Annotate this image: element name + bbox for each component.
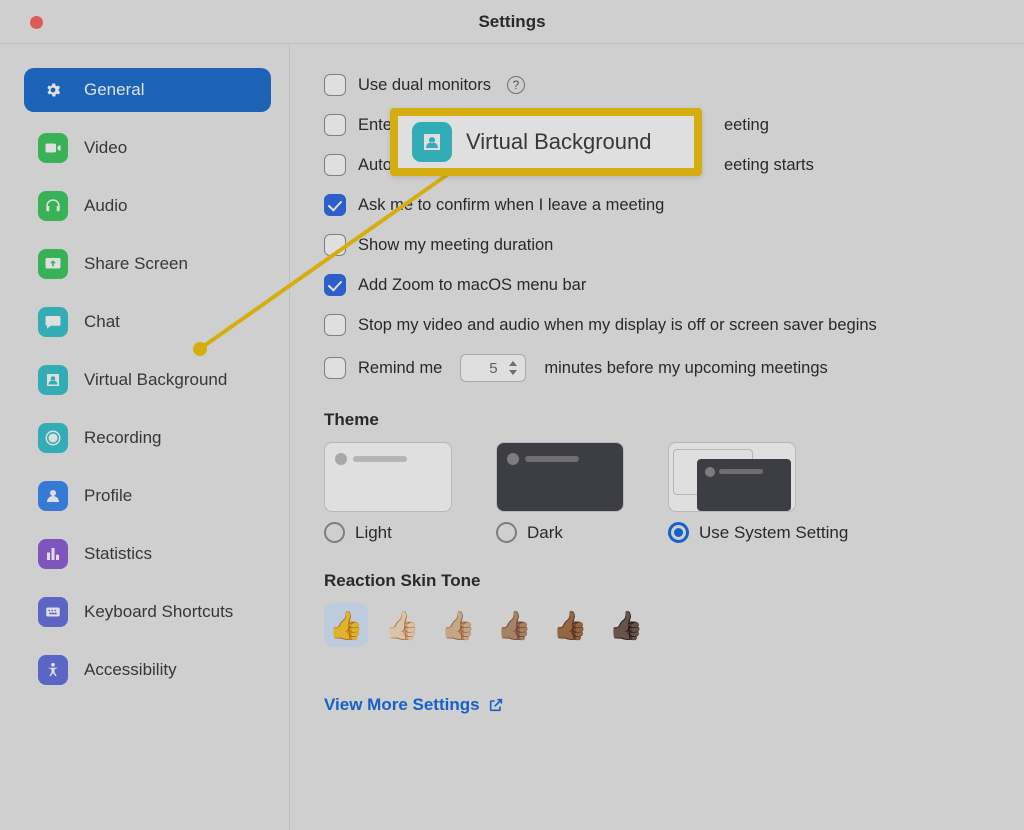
option-show-duration[interactable]: Show my meeting duration xyxy=(324,234,990,256)
option-label-post: minutes before my upcoming meetings xyxy=(544,359,827,378)
sidebar-item-label: Recording xyxy=(84,428,162,448)
option-label: Add Zoom to macOS menu bar xyxy=(358,276,586,295)
theme-options: Light Dark xyxy=(324,442,990,543)
accessibility-icon xyxy=(38,655,68,685)
option-dual-monitors[interactable]: Use dual monitors ? xyxy=(324,74,990,96)
link-label: View More Settings xyxy=(324,695,480,715)
radio-selected[interactable] xyxy=(668,522,689,543)
checkbox-checked[interactable] xyxy=(324,274,346,296)
theme-thumb-system xyxy=(668,442,796,512)
sidebar-item-statistics[interactable]: Statistics xyxy=(24,532,271,576)
option-stop-video[interactable]: Stop my video and audio when my display … xyxy=(324,314,990,336)
radio-unselected[interactable] xyxy=(324,522,345,543)
headphones-icon xyxy=(38,191,68,221)
theme-label: Use System Setting xyxy=(699,523,848,543)
chat-icon xyxy=(38,307,68,337)
theme-option-dark[interactable]: Dark xyxy=(496,442,624,543)
sidebar-item-label: Accessibility xyxy=(84,660,177,680)
skin-tone-option[interactable]: 👍🏽 xyxy=(492,603,536,647)
sidebar-item-label: Video xyxy=(84,138,127,158)
settings-window: Settings General Video Audio xyxy=(0,0,1024,830)
checkbox-unchecked[interactable] xyxy=(324,114,346,136)
theme-option-system[interactable]: Use System Setting xyxy=(668,442,848,543)
option-label-tail: eeting starts xyxy=(724,156,814,175)
titlebar: Settings xyxy=(0,0,1024,44)
theme-label: Light xyxy=(355,523,392,543)
statistics-icon xyxy=(38,539,68,569)
skin-tone-option[interactable]: 👍🏻 xyxy=(380,603,424,647)
checkbox-unchecked[interactable] xyxy=(324,74,346,96)
help-icon[interactable]: ? xyxy=(507,76,525,94)
skin-tone-heading: Reaction Skin Tone xyxy=(324,571,990,591)
option-label: Auto xyxy=(358,156,392,175)
theme-option-light[interactable]: Light xyxy=(324,442,452,543)
checkbox-unchecked[interactable] xyxy=(324,234,346,256)
skin-tone-options: 👍 👍🏻 👍🏼 👍🏽 👍🏾 👍🏿 xyxy=(324,603,990,647)
option-label: Ask me to confirm when I leave a meeting xyxy=(358,196,664,215)
option-label-tail: eeting xyxy=(724,116,769,135)
option-label: Stop my video and audio when my display … xyxy=(358,316,877,335)
sidebar-item-label: Virtual Background xyxy=(84,370,227,390)
theme-label: Dark xyxy=(527,523,563,543)
sidebar-item-label: Share Screen xyxy=(84,254,188,274)
sidebar-item-profile[interactable]: Profile xyxy=(24,474,271,518)
sidebar-item-label: Statistics xyxy=(84,544,152,564)
option-label: Remind me xyxy=(358,359,442,378)
external-link-icon xyxy=(488,697,504,713)
option-remind-me[interactable]: Remind me 5 minutes before my upcoming m… xyxy=(324,354,990,382)
view-more-settings-link[interactable]: View More Settings xyxy=(324,695,504,715)
keyboard-icon xyxy=(38,597,68,627)
virtual-background-icon xyxy=(38,365,68,395)
option-confirm-leave[interactable]: Ask me to confirm when I leave a meeting xyxy=(324,194,990,216)
skin-tone-option[interactable]: 👍🏿 xyxy=(604,603,648,647)
theme-thumb-light xyxy=(324,442,452,512)
sidebar-item-label: Audio xyxy=(84,196,127,216)
option-label: Use dual monitors xyxy=(358,76,491,95)
video-icon xyxy=(38,133,68,163)
sidebar: General Video Audio Share Screen xyxy=(0,44,290,830)
option-label: Show my meeting duration xyxy=(358,236,553,255)
virtual-background-icon xyxy=(412,122,452,162)
share-screen-icon xyxy=(38,249,68,279)
window-title: Settings xyxy=(478,12,545,32)
sidebar-item-virtual-background[interactable]: Virtual Background xyxy=(24,358,271,402)
skin-tone-option[interactable]: 👍🏼 xyxy=(436,603,480,647)
skin-tone-option[interactable]: 👍 xyxy=(324,603,368,647)
sidebar-item-chat[interactable]: Chat xyxy=(24,300,271,344)
sidebar-item-share-screen[interactable]: Share Screen xyxy=(24,242,271,286)
sidebar-item-accessibility[interactable]: Accessibility xyxy=(24,648,271,692)
gear-icon xyxy=(38,75,68,105)
sidebar-item-label: General xyxy=(84,80,144,100)
callout-virtual-background: Virtual Background xyxy=(390,108,702,176)
skin-tone-option[interactable]: 👍🏾 xyxy=(548,603,592,647)
option-menu-bar[interactable]: Add Zoom to macOS menu bar xyxy=(324,274,990,296)
callout-label: Virtual Background xyxy=(466,129,652,155)
sidebar-item-label: Chat xyxy=(84,312,120,332)
recording-icon xyxy=(38,423,68,453)
sidebar-item-label: Keyboard Shortcuts xyxy=(84,602,233,622)
checkbox-unchecked[interactable] xyxy=(324,357,346,379)
profile-icon xyxy=(38,481,68,511)
checkbox-checked[interactable] xyxy=(324,194,346,216)
sidebar-item-video[interactable]: Video xyxy=(24,126,271,170)
sidebar-item-keyboard-shortcuts[interactable]: Keyboard Shortcuts xyxy=(24,590,271,634)
sidebar-item-general[interactable]: General xyxy=(24,68,271,112)
sidebar-item-recording[interactable]: Recording xyxy=(24,416,271,460)
option-label: Ente xyxy=(358,116,392,135)
theme-heading: Theme xyxy=(324,410,990,430)
radio-unselected[interactable] xyxy=(496,522,517,543)
close-window-dot[interactable] xyxy=(30,16,43,29)
checkbox-unchecked[interactable] xyxy=(324,154,346,176)
remind-minutes-stepper[interactable]: 5 xyxy=(460,354,526,382)
sidebar-item-audio[interactable]: Audio xyxy=(24,184,271,228)
checkbox-unchecked[interactable] xyxy=(324,314,346,336)
sidebar-item-label: Profile xyxy=(84,486,132,506)
theme-thumb-dark xyxy=(496,442,624,512)
